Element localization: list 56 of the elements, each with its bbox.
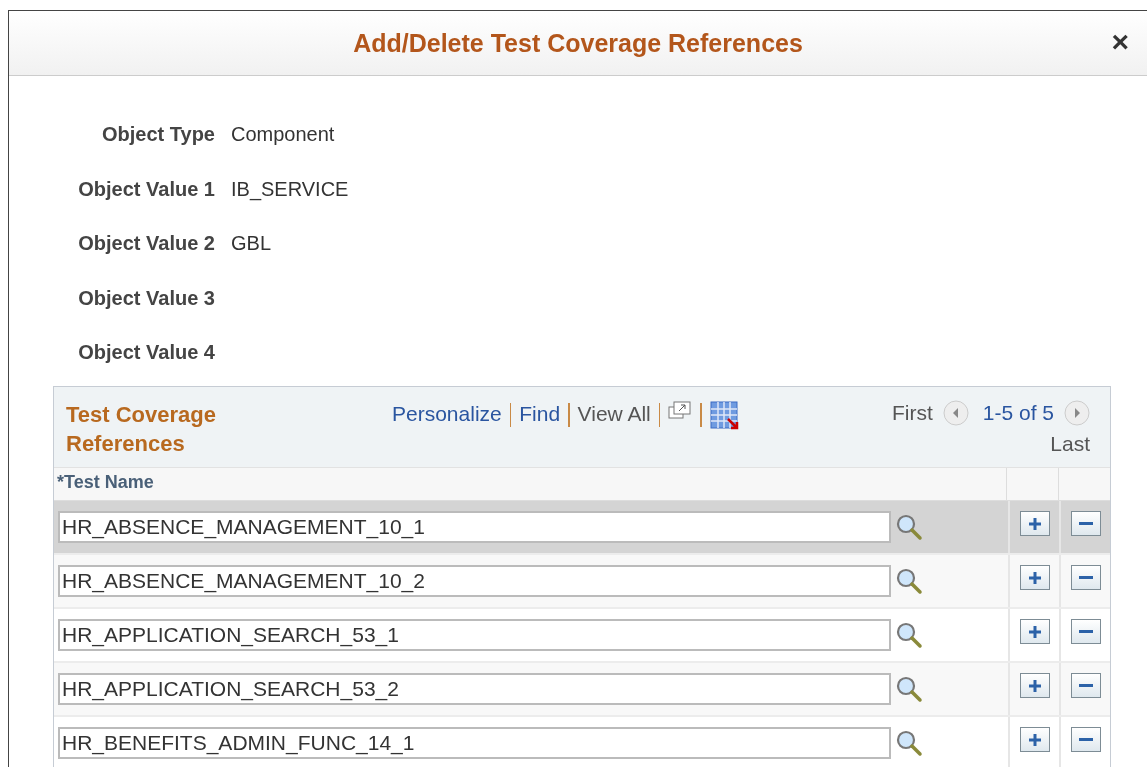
- field-value: Component: [231, 123, 335, 146]
- delete-row-button[interactable]: [1070, 673, 1101, 698]
- column-header: *Test Name: [56, 471, 155, 494]
- grid-row[interactable]: HR_APPLICATION_SEARCH_53_2: [54, 663, 1110, 717]
- minus-icon: [1078, 684, 1093, 687]
- last-link[interactable]: Last: [1050, 432, 1090, 456]
- minus-icon: [1078, 522, 1093, 525]
- grid-link[interactable]: View All: [577, 401, 651, 427]
- plus-icon: [1026, 731, 1043, 748]
- page-range: 1-5 of 5: [982, 401, 1054, 425]
- add-row-button[interactable]: [1019, 727, 1050, 752]
- field-label: Object Value 1: [77, 177, 215, 201]
- minus-icon: [1078, 630, 1093, 633]
- field-label: Object Value 3: [77, 286, 215, 310]
- field-label: Object Value 4: [77, 341, 215, 364]
- test-name-field[interactable]: HR_APPLICATION_SEARCH_53_1: [58, 619, 891, 651]
- minus-icon: [1078, 576, 1093, 579]
- next-icon[interactable]: [1064, 400, 1090, 426]
- field-value: GBL: [231, 232, 272, 255]
- minus-icon: [1078, 738, 1093, 741]
- dialog-title: Add/Delete Test Coverage References: [353, 28, 803, 58]
- grid-link[interactable]: Find: [519, 401, 561, 427]
- plus-icon: [1026, 569, 1043, 586]
- search-icon[interactable]: [895, 513, 923, 541]
- field-label: Object Type: [101, 123, 215, 146]
- test-name-field[interactable]: HR_BENEFITS_ADMIN_FUNC_14_1: [58, 727, 891, 759]
- plus-icon: [1026, 623, 1043, 640]
- add-row-button[interactable]: [1019, 565, 1050, 590]
- close-button[interactable]: ×: [1105, 25, 1135, 59]
- add-row-button[interactable]: [1019, 673, 1050, 698]
- grid-row[interactable]: HR_ABSENCE_MANAGEMENT_10_1: [54, 501, 1110, 555]
- search-icon[interactable]: [895, 675, 923, 703]
- grid-title: Test Coverage References: [66, 401, 217, 458]
- plus-icon: [1026, 677, 1043, 694]
- field-value: IB_SERVICE: [231, 177, 349, 201]
- delete-row-button[interactable]: [1070, 511, 1101, 536]
- grid-row[interactable]: HR_ABSENCE_MANAGEMENT_10_2: [54, 555, 1110, 609]
- test-name-field[interactable]: HR_APPLICATION_SEARCH_53_2: [58, 673, 891, 705]
- test-name-field[interactable]: HR_ABSENCE_MANAGEMENT_10_1: [58, 511, 891, 543]
- search-icon[interactable]: [895, 621, 923, 649]
- delete-row-button[interactable]: [1070, 727, 1101, 752]
- previous-icon[interactable]: [942, 400, 969, 426]
- delete-row-button[interactable]: [1070, 565, 1101, 590]
- delete-row-button[interactable]: [1070, 619, 1101, 644]
- new-window-icon[interactable]: [668, 401, 693, 421]
- grid-link[interactable]: Personalize: [392, 401, 502, 427]
- add-row-button[interactable]: [1019, 511, 1050, 536]
- first-link[interactable]: First: [891, 401, 933, 425]
- grid-row[interactable]: HR_APPLICATION_SEARCH_53_1: [54, 609, 1110, 663]
- add-row-button[interactable]: [1019, 619, 1050, 644]
- field-label: Object Value 2: [77, 232, 215, 255]
- spreadsheet-download-icon[interactable]: [709, 401, 740, 431]
- search-icon[interactable]: [895, 567, 923, 595]
- search-icon[interactable]: [895, 729, 923, 757]
- test-name-field[interactable]: HR_ABSENCE_MANAGEMENT_10_2: [58, 565, 891, 597]
- plus-icon: [1026, 515, 1043, 532]
